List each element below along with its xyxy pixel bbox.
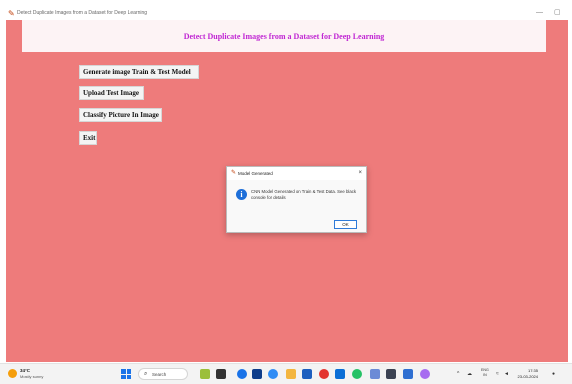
classify-picture-button[interactable]: Classify Picture In Image: [79, 108, 162, 122]
weather-description[interactable]: Mostly sunny: [20, 374, 43, 379]
weather-temperature[interactable]: 34°C: [20, 368, 30, 373]
pumpkin-app-icon[interactable]: [200, 369, 210, 379]
info-icon: i: [236, 189, 247, 200]
app-header-title: Detect Duplicate Images from a Dataset f…: [183, 31, 385, 41]
dialog-close-button[interactable]: ×: [358, 169, 362, 177]
dialog-message: CNN Model Generated on Train & Test Data…: [251, 189, 357, 200]
windows-start-icon[interactable]: [121, 369, 131, 379]
volume-icon[interactable]: ◄: [504, 370, 509, 378]
minimize-button[interactable]: —: [536, 9, 543, 17]
weather-sun-icon[interactable]: [8, 369, 17, 378]
notepad-icon[interactable]: [370, 369, 380, 379]
clock-date: 23-03-2024: [517, 373, 538, 379]
cloud-icon[interactable]: ☁: [467, 370, 472, 378]
model-generated-dialog: ✎ Model Generated × i CNN Model Generate…: [226, 166, 367, 233]
powerpoint-icon[interactable]: [403, 369, 413, 379]
generate-model-button[interactable]: Generate image Train & Test Model: [79, 65, 199, 79]
app-header-banner: Detect Duplicate Images from a Dataset f…: [22, 20, 546, 52]
ok-button[interactable]: OK: [334, 220, 357, 229]
window-title: Detect Duplicate Images from a Dataset f…: [17, 10, 148, 16]
window-titlebar: ✎ Detect Duplicate Images from a Dataset…: [6, 8, 568, 20]
feather-icon: ✎: [231, 170, 237, 176]
exit-button[interactable]: Exit: [79, 131, 97, 145]
file-explorer-icon[interactable]: [216, 369, 226, 379]
whatsapp-icon[interactable]: [352, 369, 362, 379]
terminal-icon[interactable]: [386, 369, 396, 379]
settings-icon[interactable]: [420, 369, 430, 379]
maximize-button[interactable]: ▢: [554, 9, 561, 17]
outlook-icon[interactable]: [335, 369, 345, 379]
chrome-icon[interactable]: [268, 369, 278, 379]
store-icon[interactable]: [252, 369, 262, 379]
dialog-titlebar: ✎ Model Generated ×: [227, 167, 366, 180]
search-icon: ⌕: [144, 371, 148, 377]
search-placeholder: Search: [152, 372, 167, 377]
chevron-up-icon[interactable]: ^: [457, 370, 459, 378]
clock[interactable]: 17:35 23-03-2024: [512, 368, 538, 379]
taskbar: 34°C Mostly sunny ⌕ Search ^ ☁ ENG IN ≈: [0, 363, 572, 384]
dialog-title: Model Generated: [238, 171, 273, 176]
word-icon[interactable]: [302, 369, 312, 379]
taskbar-search-box[interactable]: ⌕ Search: [138, 368, 188, 380]
desktop-screen: ✎ Detect Duplicate Images from a Dataset…: [0, 0, 572, 384]
language-indicator[interactable]: ENG IN: [481, 368, 489, 378]
wifi-icon[interactable]: ≈: [496, 370, 499, 378]
notification-bell-icon[interactable]: ●: [552, 370, 555, 378]
language-region: IN: [483, 373, 487, 377]
photos-icon[interactable]: [237, 369, 247, 379]
opera-icon[interactable]: [319, 369, 329, 379]
feather-app-icon: ✎: [8, 9, 15, 18]
upload-test-image-button[interactable]: Upload Test Image: [79, 86, 144, 100]
folder-icon[interactable]: [286, 369, 296, 379]
